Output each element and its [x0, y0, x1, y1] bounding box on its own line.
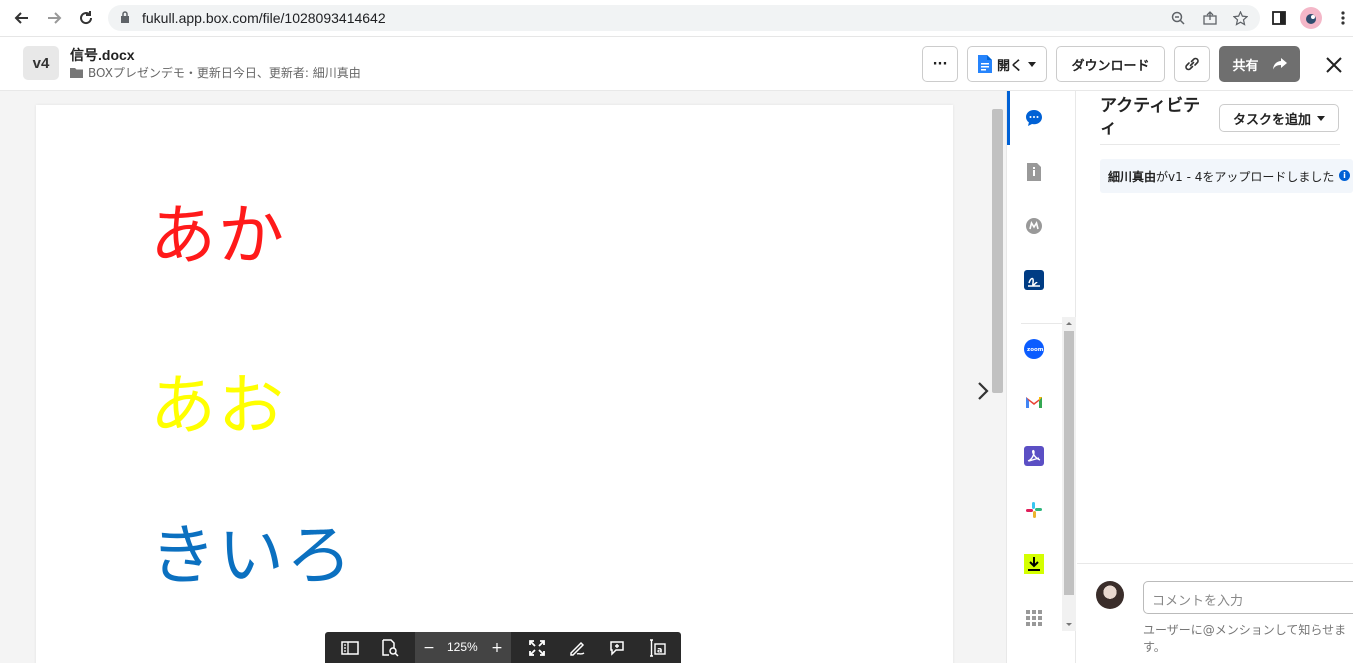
open-label: 開く [996, 58, 1023, 74]
zoom-in-button[interactable]: + [487, 638, 507, 658]
folder-icon [70, 68, 83, 78]
open-with-button[interactable]: 開く [967, 46, 1047, 82]
sidebar-toggle-icon[interactable] [340, 638, 360, 658]
file-meta-text: BOXプレゼンデモ・更新日今日、更新者: 細川真由 [88, 66, 361, 80]
document-line-red: あか [150, 197, 286, 274]
activity-panel: アクティビティ タスクを追加 細川真由がv1 - 4をアップロードしました i … [1077, 91, 1353, 663]
box-sign-icon[interactable] [1024, 270, 1044, 290]
fullscreen-icon[interactable] [527, 638, 547, 658]
zoom-level[interactable]: 125% [447, 640, 478, 654]
document-preview: あか あお きいろ − 125% + a [0, 91, 1006, 663]
comment-input[interactable]: コメントを入力 [1143, 581, 1353, 614]
activity-item: 細川真由がv1 - 4をアップロードしました i [1100, 159, 1353, 193]
document-line-yellow: あお [150, 367, 286, 444]
text-highlight-icon[interactable]: a [647, 638, 667, 658]
add-task-label: タスクを追加 [1232, 112, 1311, 128]
metadata-icon[interactable] [1024, 216, 1044, 236]
download-label: ダウンロード [1071, 58, 1150, 74]
caret-down-icon [1317, 115, 1325, 121]
comment-icon[interactable] [1024, 108, 1044, 128]
activity-action: がv1 - 4をアップロードしました [1156, 170, 1335, 184]
chrome-menu-icon[interactable] [1332, 7, 1353, 29]
preview-toolbar: − 125% + a [325, 632, 681, 663]
lock-icon [121, 11, 129, 23]
share-label: 共有 [1232, 58, 1259, 74]
active-tab-indicator [1007, 91, 1010, 145]
svg-text:zoom: zoom [1027, 347, 1044, 353]
zoom-out-button[interactable]: − [419, 638, 439, 658]
close-icon[interactable] [1322, 53, 1346, 77]
share-button[interactable]: 共有 [1219, 46, 1300, 82]
version-info-icon[interactable]: i [1339, 170, 1350, 181]
activity-item-text: 細川真由がv1 - 4をアップロードしました [1108, 168, 1334, 185]
preview-scrollbar[interactable] [990, 91, 1006, 663]
adobe-icon[interactable] [1024, 446, 1044, 466]
version-badge[interactable]: v4 [23, 46, 59, 80]
profile-avatar-icon[interactable] [1300, 7, 1322, 29]
download-button[interactable]: ダウンロード [1056, 46, 1165, 82]
apps-grid-icon[interactable] [1024, 608, 1044, 628]
comment-composer: コメントを入力 ユーザーに@メンションして知らせます。 [1077, 563, 1353, 663]
copy-link-button[interactable] [1174, 46, 1210, 82]
share-page-icon[interactable] [1200, 9, 1220, 27]
address-bar[interactable]: fukull.app.box.com/file/1028093414642 [108, 5, 1260, 31]
find-in-document-icon[interactable] [380, 638, 400, 658]
reload-icon[interactable] [74, 7, 98, 29]
caret-down-icon [1028, 61, 1036, 67]
download-app-icon[interactable] [1024, 554, 1044, 574]
sidebar-divider [1021, 323, 1063, 324]
url-text: fukull.app.box.com/file/1028093414642 [142, 10, 386, 26]
activity-user[interactable]: 細川真由 [1108, 170, 1156, 184]
zoom-icon[interactable]: zoom [1024, 339, 1044, 359]
zoom-controls: − 125% + [415, 632, 511, 663]
info-icon[interactable] [1024, 162, 1044, 182]
svg-text:a: a [657, 646, 662, 655]
browser-toolbar: fukull.app.box.com/file/1028093414642 [0, 0, 1353, 37]
more-options-button[interactable]: ··· [922, 46, 958, 82]
slack-icon[interactable] [1024, 500, 1044, 520]
draw-annotation-icon[interactable] [567, 638, 587, 658]
activity-title: アクティビティ [1100, 96, 1201, 138]
share-arrow-icon [1272, 58, 1287, 70]
sidebar-scrollbar-thumb[interactable] [1064, 331, 1074, 595]
more-label: ··· [932, 56, 948, 72]
file-meta: BOXプレゼンデモ・更新日今日、更新者: 細川真由 [70, 64, 361, 81]
file-name: 信号.docx [70, 47, 135, 63]
document-line-blue: きいろ [150, 517, 354, 594]
region-comment-icon[interactable] [607, 638, 627, 658]
scroll-down-icon[interactable] [1062, 619, 1076, 631]
back-icon[interactable] [10, 7, 34, 29]
file-header: v4 信号.docx BOXプレゼンデモ・更新日今日、更新者: 細川真由 ···… [0, 37, 1353, 91]
gmail-icon[interactable] [1024, 392, 1044, 412]
scroll-up-icon[interactable] [1062, 317, 1076, 329]
sidebar-scrollbar[interactable] [1062, 317, 1076, 631]
bookmark-star-icon[interactable] [1230, 9, 1250, 27]
forward-icon[interactable] [42, 7, 66, 29]
mention-hint: ユーザーに@メンションして知らせます。 [1143, 623, 1347, 654]
add-task-button[interactable]: タスクを追加 [1219, 104, 1339, 132]
preview-scrollbar-thumb[interactable] [992, 109, 1003, 393]
side-panel-icon[interactable] [1268, 7, 1290, 29]
document-page: あか あお きいろ [36, 105, 953, 663]
link-icon [1185, 57, 1199, 71]
avatar [1096, 581, 1124, 609]
activity-divider [1100, 144, 1340, 145]
zoom-search-icon[interactable] [1168, 9, 1188, 27]
google-docs-icon [977, 55, 992, 73]
sidebar-nav: zoom [1006, 91, 1076, 663]
